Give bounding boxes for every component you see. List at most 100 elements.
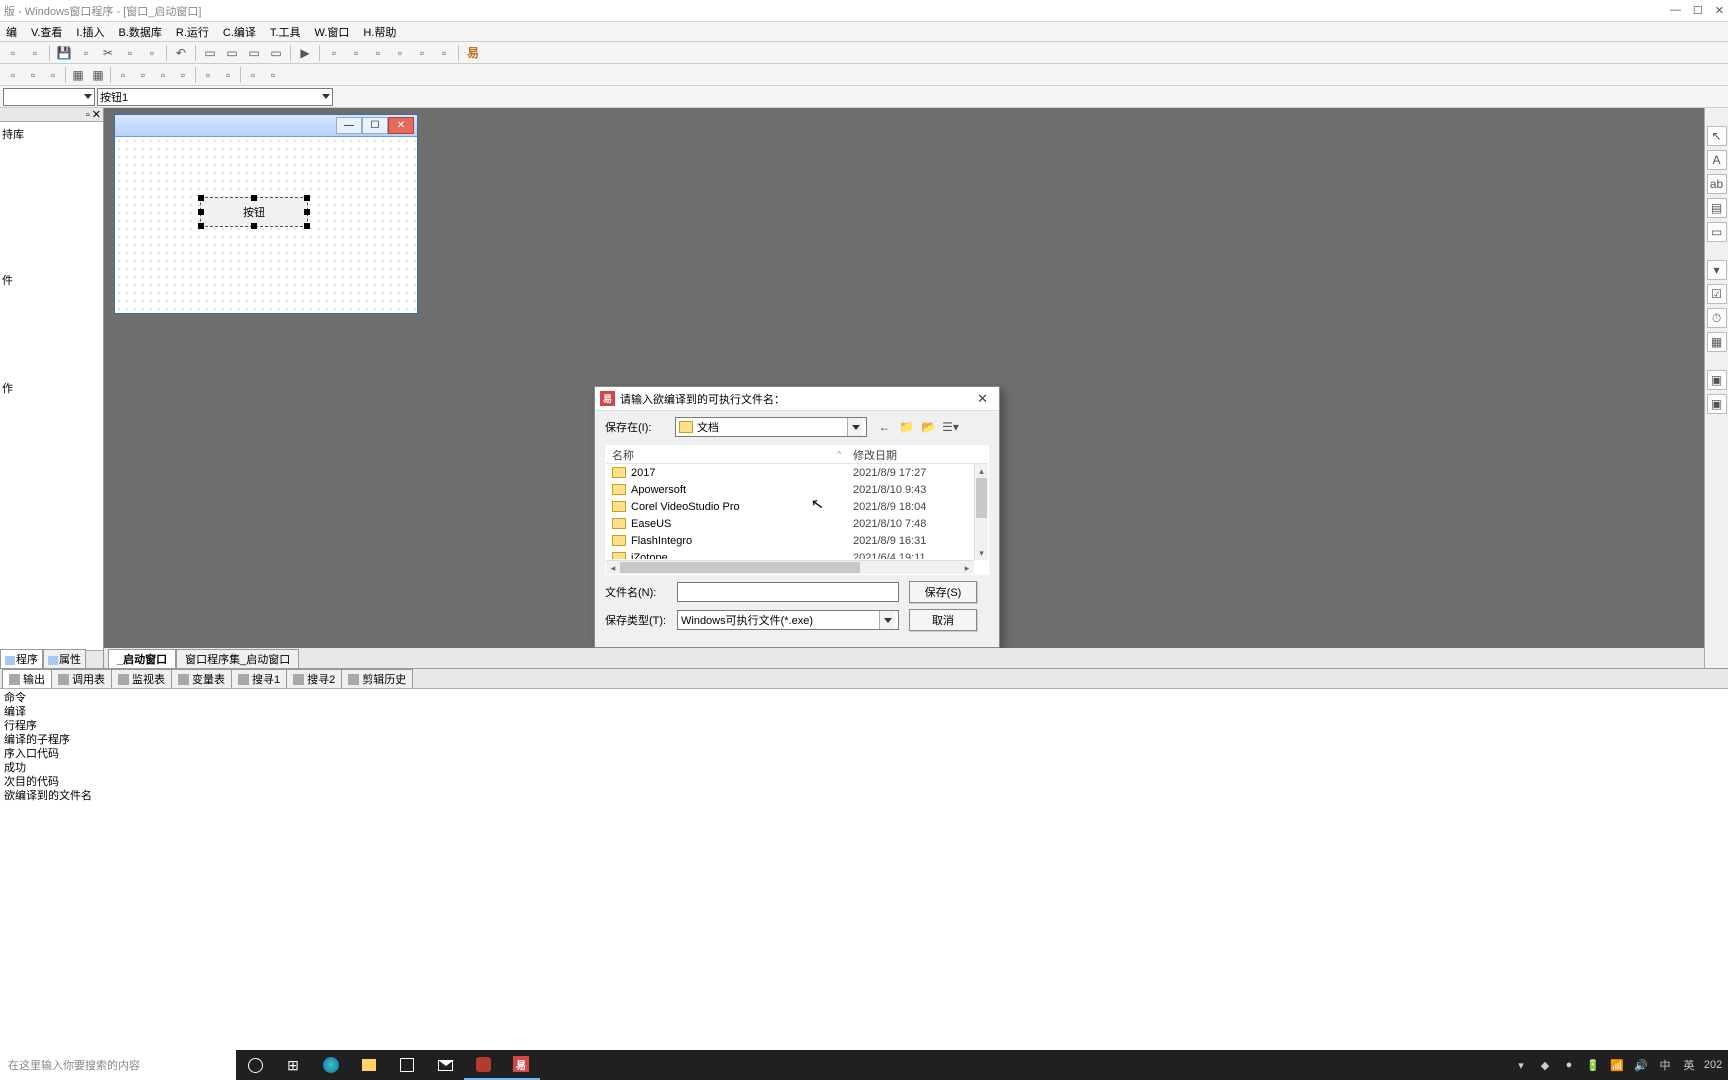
menu-item[interactable]: 编: [2, 23, 21, 41]
align-icon[interactable]: ▫: [218, 66, 238, 84]
object-combo[interactable]: [3, 88, 95, 106]
grid-icon[interactable]: ▦: [68, 66, 88, 84]
resize-handle[interactable]: [198, 223, 204, 229]
tray-icon[interactable]: ◆: [1538, 1058, 1552, 1072]
list-item[interactable]: iZotope2021/6/4 19:11: [606, 549, 988, 559]
back-icon[interactable]: ←: [875, 418, 894, 437]
dialog-titlebar[interactable]: 易 请输入欲编译到的可执行文件名： ✕: [595, 387, 999, 411]
form-client-area[interactable]: 按钮: [115, 137, 417, 313]
up-folder-icon[interactable]: 📁: [897, 418, 916, 437]
list-item[interactable]: EaseUS2021/8/10 7:48: [606, 515, 988, 532]
taskbar-search[interactable]: 在这里输入你要搜索的内容: [0, 1050, 236, 1080]
scroll-up-icon[interactable]: ▴: [975, 464, 988, 478]
resize-handle[interactable]: [304, 195, 310, 201]
tab-startup-window[interactable]: _启动窗口: [108, 649, 176, 668]
resize-handle[interactable]: [251, 223, 257, 229]
tray-icon[interactable]: ●: [1562, 1058, 1576, 1072]
list-item[interactable]: Apowersoft2021/8/10 9:43: [606, 481, 988, 498]
compile-icon[interactable]: 易: [463, 44, 483, 62]
save-icon[interactable]: 💾: [54, 44, 74, 62]
tab-properties[interactable]: 属性: [43, 649, 86, 668]
list-icon[interactable]: ▤: [1707, 198, 1727, 218]
menu-item[interactable]: I.插入: [72, 23, 108, 41]
output-tab[interactable]: 输出: [2, 669, 52, 688]
menu-item[interactable]: W.窗口: [310, 23, 353, 41]
explorer-icon[interactable]: [350, 1050, 388, 1080]
scroll-thumb[interactable]: [620, 562, 860, 573]
combo-icon[interactable]: ▾: [1707, 260, 1727, 280]
output-tab[interactable]: 剪辑历史: [341, 669, 413, 688]
form-titlebar[interactable]: — ☐ ✕: [115, 115, 417, 137]
list-item[interactable]: 20172021/8/9 17:27: [606, 464, 988, 481]
horizontal-scrollbar[interactable]: ◂ ▸: [606, 560, 974, 574]
cancel-button[interactable]: 取消: [909, 609, 977, 631]
align-icon[interactable]: ▫: [3, 66, 23, 84]
design-canvas[interactable]: — ☐ ✕ 按钮: [104, 108, 1704, 648]
form-max-button[interactable]: ☐: [362, 117, 388, 134]
volume-icon[interactable]: 🔊: [1634, 1058, 1648, 1072]
designed-button[interactable]: 按钮: [200, 197, 308, 227]
align-icon[interactable]: ▫: [263, 66, 283, 84]
image-icon[interactable]: ▦: [1707, 332, 1727, 352]
file-list-body[interactable]: 20172021/8/9 17:27 Apowersoft2021/8/10 9…: [606, 464, 988, 559]
align-icon[interactable]: ▫: [113, 66, 133, 84]
tray-icon[interactable]: ▾: [1514, 1058, 1528, 1072]
file-list-header[interactable]: 名称^ 修改日期: [606, 446, 988, 464]
frame-icon[interactable]: ▭: [1707, 222, 1727, 242]
scroll-left-icon[interactable]: ◂: [606, 561, 620, 575]
col-date[interactable]: 修改日期: [849, 447, 897, 463]
resize-handle[interactable]: [251, 195, 257, 201]
resize-handle[interactable]: [304, 209, 310, 215]
align-icon[interactable]: ▫: [173, 66, 193, 84]
col-name[interactable]: 名称^: [606, 447, 849, 463]
cortana-icon[interactable]: [236, 1050, 274, 1080]
component-icon[interactable]: ▣: [1707, 370, 1727, 390]
layout-icon[interactable]: ▭: [222, 44, 242, 62]
edit-icon[interactable]: ab: [1707, 174, 1727, 194]
align-icon[interactable]: ▫: [153, 66, 173, 84]
output-text[interactable]: 命令 编译 行程序 编译的子程序 序入口代码 成功 次目的代码 欲编译到的文件名: [0, 689, 1728, 838]
step-icon[interactable]: ▫: [412, 44, 432, 62]
menu-item[interactable]: H.帮助: [359, 23, 400, 41]
form-close-button[interactable]: ✕: [388, 117, 414, 134]
project-tree[interactable]: 持库 件 作: [0, 122, 103, 650]
undo-icon[interactable]: ↶: [171, 44, 191, 62]
new-folder-icon[interactable]: 📂: [919, 418, 938, 437]
chevron-down-icon[interactable]: [847, 418, 863, 436]
open-icon[interactable]: ▫: [25, 44, 45, 62]
scroll-right-icon[interactable]: ▸: [960, 561, 974, 575]
member-combo[interactable]: 按钮1: [97, 88, 333, 106]
step-icon[interactable]: ▫: [346, 44, 366, 62]
paste-icon[interactable]: ▫: [142, 44, 162, 62]
menu-item[interactable]: C.编译: [219, 23, 260, 41]
output-tab[interactable]: 调用表: [51, 669, 112, 688]
list-item[interactable]: FlashIntegro2021/8/9 16:31: [606, 532, 988, 549]
layout-icon[interactable]: ▭: [200, 44, 220, 62]
align-icon[interactable]: ▫: [198, 66, 218, 84]
timer-icon[interactable]: ⏱: [1707, 308, 1727, 328]
chevron-down-icon[interactable]: [879, 611, 895, 629]
pin-icon[interactable]: ▫: [86, 109, 90, 121]
vertical-scrollbar[interactable]: ▴ ▾: [974, 464, 988, 560]
layout-icon[interactable]: ▭: [266, 44, 286, 62]
print-icon[interactable]: ▫: [76, 44, 96, 62]
cut-icon[interactable]: ✂: [98, 44, 118, 62]
tab-program[interactable]: 程序: [0, 649, 43, 668]
filename-input[interactable]: [677, 582, 899, 602]
output-tab[interactable]: 变量表: [171, 669, 232, 688]
pointer-icon[interactable]: ↖: [1707, 126, 1727, 146]
align-icon[interactable]: ▫: [43, 66, 63, 84]
view-menu-icon[interactable]: ☰▾: [941, 418, 960, 437]
stop-icon[interactable]: ▫: [324, 44, 344, 62]
tray-icon[interactable]: 📶: [1610, 1058, 1624, 1072]
output-tab[interactable]: 搜寻2: [286, 669, 342, 688]
list-item[interactable]: Corel VideoStudio Pro2021/8/9 18:04: [606, 498, 988, 515]
step-icon[interactable]: ▫: [434, 44, 454, 62]
dialog-close-button[interactable]: ✕: [971, 391, 994, 407]
align-icon[interactable]: ▫: [23, 66, 43, 84]
resize-handle[interactable]: [198, 209, 204, 215]
new-icon[interactable]: ▫: [3, 44, 23, 62]
component-icon[interactable]: ▣: [1707, 394, 1727, 414]
tray-icon[interactable]: 🔋: [1586, 1058, 1600, 1072]
app-icon[interactable]: [464, 1050, 502, 1080]
